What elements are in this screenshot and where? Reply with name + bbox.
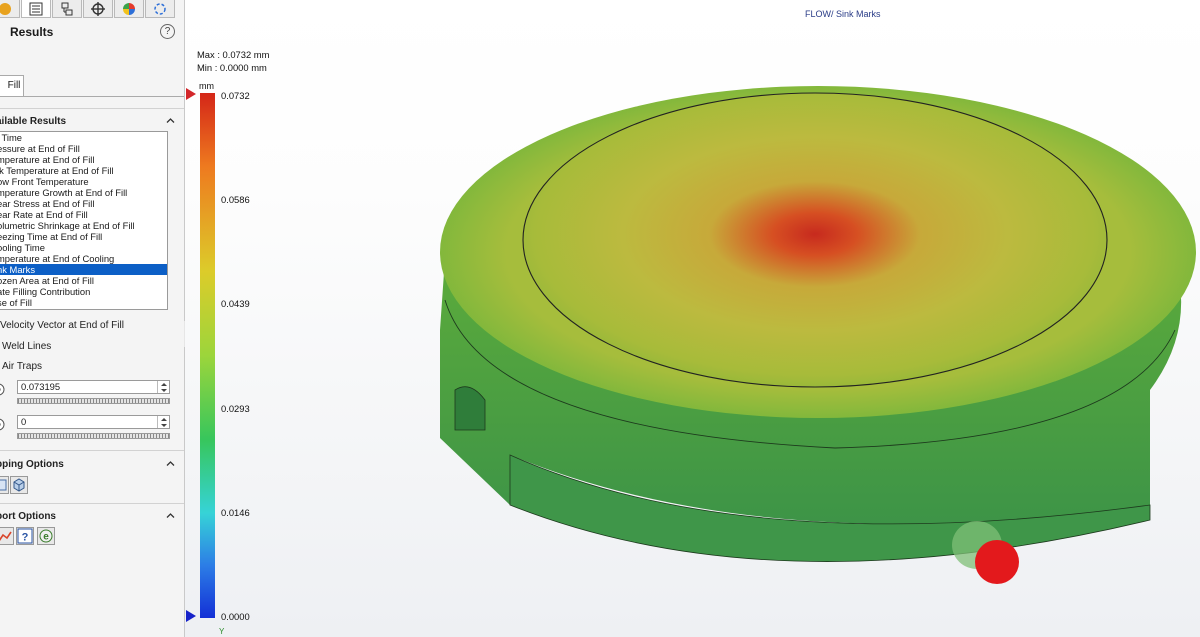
result-item[interactable]: ear Rate at End of Fill xyxy=(0,209,167,220)
chevron-up-icon[interactable] xyxy=(166,116,175,125)
report-chart-icon xyxy=(0,531,12,541)
section-divider xyxy=(0,450,184,451)
panel-title: Results xyxy=(10,25,54,39)
appearance-button[interactable] xyxy=(114,0,144,18)
configuration-icon xyxy=(61,2,73,15)
tab-fill[interactable]: Fill xyxy=(0,75,24,97)
results-list[interactable]: l Timeessure at End of Fillmperature at … xyxy=(0,131,168,310)
min-spinner-arrows[interactable] xyxy=(157,416,169,428)
question-icon: ? xyxy=(17,528,33,544)
display-button[interactable] xyxy=(145,0,175,18)
appearance-icon xyxy=(123,2,135,15)
available-results-header[interactable]: ailable Results xyxy=(0,116,66,127)
min-value-slider[interactable] xyxy=(17,433,170,439)
results-icon xyxy=(0,2,11,15)
manager-toolbar xyxy=(0,0,175,19)
min-value-text: 0 xyxy=(21,416,27,427)
result-item[interactable]: essure at End of Fill xyxy=(0,143,167,154)
result-item[interactable]: mperature at End of Fill xyxy=(0,154,167,165)
results-tab-button[interactable] xyxy=(0,0,20,18)
configuration-button[interactable] xyxy=(52,0,82,18)
display-icon xyxy=(154,2,166,15)
result-item[interactable]: eezing Time at End of Fill xyxy=(0,231,167,242)
report-chart-button[interactable] xyxy=(0,527,14,545)
clip-box-button[interactable] xyxy=(10,476,28,494)
air-traps-option[interactable]: Air Traps xyxy=(2,361,42,372)
max-value-slider[interactable] xyxy=(17,398,170,404)
result-item[interactable]: lk Temperature at End of Fill xyxy=(0,165,167,176)
velocity-vector-option[interactable]: Velocity Vector at End of Fill xyxy=(0,320,124,331)
clip-box-icon xyxy=(13,478,25,492)
svg-text:e: e xyxy=(43,532,49,543)
result-item[interactable]: ow Front Temperature xyxy=(0,176,167,187)
result-item[interactable]: mperature at End of Cooling xyxy=(0,253,167,264)
result-item[interactable]: ate Filling Contribution xyxy=(0,286,167,297)
property-list-icon xyxy=(29,2,43,15)
crosshair-button[interactable] xyxy=(83,0,113,18)
gate-marker xyxy=(975,540,1019,584)
max-eye-icon xyxy=(0,383,5,396)
result-item[interactable]: l Time xyxy=(0,132,167,143)
chevron-up-icon[interactable] xyxy=(166,511,175,520)
min-eye-icon xyxy=(0,418,5,431)
part-model[interactable] xyxy=(185,0,1200,637)
report-export-button[interactable]: e xyxy=(37,527,55,545)
result-item[interactable]: olumetric Shrinkage at End of Fill xyxy=(0,220,167,231)
result-item[interactable]: nk Marks xyxy=(0,264,167,275)
export-icon: e xyxy=(39,529,53,543)
svg-text:?: ? xyxy=(22,532,29,544)
max-value-input[interactable]: 0.073195 xyxy=(17,380,170,394)
help-icon[interactable]: ? xyxy=(160,24,175,39)
min-value-input[interactable]: 0 xyxy=(17,415,170,429)
clipping-options-header[interactable]: pping Options xyxy=(0,459,64,470)
result-item[interactable]: se of Fill xyxy=(0,297,167,308)
max-spinner-arrows[interactable] xyxy=(157,381,169,393)
section-divider xyxy=(0,108,184,109)
part-top-face xyxy=(522,92,1108,388)
report-help-button[interactable]: ? xyxy=(16,527,34,545)
max-value-text: 0.073195 xyxy=(21,381,61,392)
property-list-button[interactable] xyxy=(21,0,51,18)
result-item[interactable]: ooling Time xyxy=(0,242,167,253)
chevron-up-icon[interactable] xyxy=(166,459,175,468)
tab-divider xyxy=(0,96,184,97)
clip-plane-icon xyxy=(0,479,7,491)
crosshair-icon xyxy=(91,1,105,16)
result-item[interactable]: ozen Area at End of Fill xyxy=(0,275,167,286)
result-item[interactable]: mperature Growth at End of Fill xyxy=(0,187,167,198)
result-item[interactable]: ear Stress at End of Fill xyxy=(0,198,167,209)
graphics-viewport[interactable]: FLOW/ Sink Marks Max : 0.0732 mm Min : 0… xyxy=(185,0,1200,637)
section-divider xyxy=(0,503,184,504)
clip-plane-button[interactable] xyxy=(0,476,9,494)
report-options-header[interactable]: port Options xyxy=(0,511,56,522)
weld-lines-option[interactable]: Weld Lines xyxy=(2,341,51,352)
property-manager-panel: Results ? Fill ailable Results l Timeess… xyxy=(0,0,185,637)
